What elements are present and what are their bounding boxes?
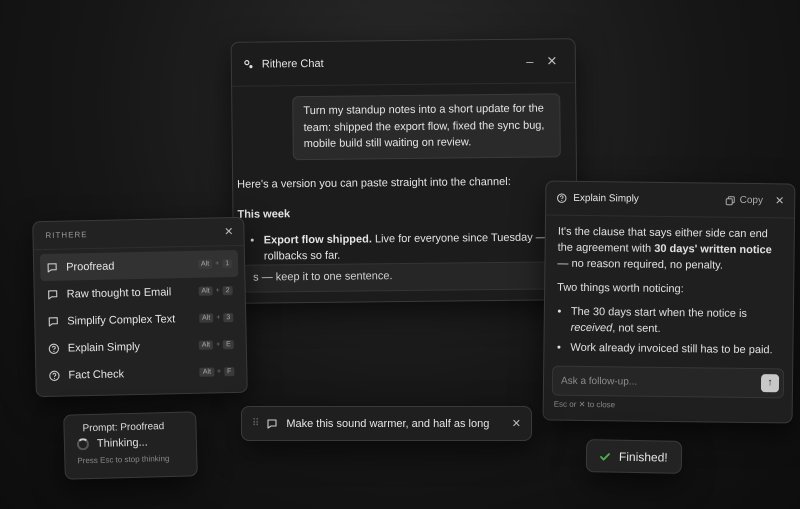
desktop-stage: Rithere Chat – ✕ Turn my standup notes i… [0, 0, 800, 509]
stop-hint: Press Esc to stop thinking [77, 453, 170, 466]
send-button[interactable]: ↑ [760, 374, 780, 393]
command-text: Make this sound warmer, and half as long [286, 417, 490, 430]
minimize-button[interactable]: – [519, 54, 541, 69]
shortcut-hint: Alt + F [199, 367, 235, 377]
copy-label: Copy [739, 194, 764, 207]
close-button[interactable]: ✕ [541, 53, 563, 69]
menu-item-simplify-complex-text[interactable]: Simplify Complex Text Alt +3 [41, 304, 240, 335]
explain-title: Explain Simply [573, 192, 639, 205]
shortcut-hint: Alt +3 [198, 313, 234, 323]
chat-titlebar: Rithere Chat – ✕ [231, 39, 576, 87]
menu-item-explain-simply[interactable]: Explain Simply Alt + E [42, 331, 241, 362]
thinking-status: Prompt: Proofread Thinking... Press Esc … [63, 411, 198, 480]
user-message: Turn my standup notes into a short updat… [292, 93, 561, 160]
menu-item-proofread[interactable]: Proofread Alt +1 [39, 249, 239, 282]
assistant-intro: Here's a version you can paste straight … [237, 175, 511, 191]
thinking-row: Thinking... [76, 436, 184, 451]
bullet-text: Live for everyone since Tuesday — n [371, 231, 556, 246]
prompt-label: Prompt: Proofread [82, 421, 165, 435]
close-hint: Esc or ✕ to close [553, 399, 616, 410]
shortcut-hint: Alt + E [198, 340, 234, 350]
explain-simply-panel: Explain Simply Copy ✕ It's the clause th… [542, 180, 796, 424]
chat-input[interactable]: s — keep it to one sentence. [241, 261, 573, 293]
followup-field: ↑ [551, 365, 785, 399]
command-close-button[interactable]: ✕ [512, 417, 521, 430]
rithere-chat-window: Rithere Chat – ✕ Turn my standup notes i… [230, 38, 579, 304]
followup-input[interactable] [560, 375, 762, 389]
menu-item-label: Proofread [66, 260, 115, 274]
menu-item-label: Simplify Complex Text [67, 312, 176, 328]
drag-handle-icon[interactable]: ⠿ [252, 418, 259, 429]
explain-header: Explain Simply Copy ✕ [546, 181, 795, 219]
assistant-message: Here's a version you can paste straight … [237, 173, 568, 268]
assistant-bullet: Export flow shipped. Live for everyone s… [264, 229, 568, 264]
question-circle-icon [48, 369, 60, 381]
menu-title: RITHERE [45, 230, 88, 240]
bullet-cont: rollbacks so far. [263, 249, 341, 263]
assistant-heading: This week [237, 208, 291, 221]
rithere-logo-icon [244, 59, 254, 69]
checkmark-icon [599, 450, 611, 462]
explain-paragraph: It's the clause that says either side ca… [557, 225, 772, 272]
menu-header: RITHERE ✕ [33, 217, 244, 251]
explain-bullet: The 30 days start when the notice is rec… [571, 304, 781, 339]
menu-item-label: Explain Simply [67, 340, 141, 355]
menu-item-label: Raw thought to Email [66, 285, 172, 301]
rithere-menu: RITHERE ✕ Proofread Alt +1 Raw thought to… [32, 216, 248, 398]
spinner-icon [76, 438, 90, 451]
finished-toast: Finished! [585, 439, 683, 474]
chat-bubble-icon [47, 315, 59, 327]
chat-bubble-icon [266, 418, 278, 430]
copy-icon [726, 195, 736, 205]
shortcut-hint: Alt +2 [198, 286, 233, 296]
chat-bubble-icon [46, 261, 58, 273]
thinking-text: Thinking... [96, 436, 148, 450]
explain-body: It's the clause that says either side ca… [544, 215, 794, 370]
chat-title: Rithere Chat [261, 57, 324, 70]
chat-bubble-icon [47, 288, 59, 300]
menu-item-raw-thought-to-email[interactable]: Raw thought to Email Alt +2 [40, 277, 239, 308]
explain-bullet: Work already invoiced still has to be pa… [570, 340, 780, 359]
explain-close-button[interactable]: ✕ [775, 194, 784, 207]
question-circle-icon [48, 342, 60, 354]
menu-item-label: Fact Check [68, 367, 125, 382]
explain-paragraph: Two things worth noticing: [557, 281, 684, 296]
menu-close-button[interactable]: ✕ [224, 225, 233, 238]
menu-items: Proofread Alt +1 Raw thought to Email Alt… [34, 246, 247, 393]
menu-item-fact-check[interactable]: Fact Check Alt + F [42, 358, 241, 389]
copy-button[interactable]: Copy [726, 195, 763, 206]
bullet-bold: Export flow shipped. [263, 233, 372, 247]
finished-text: Finished! [618, 449, 668, 465]
command-bar: ⠿ Make this sound warmer, and half as lo… [241, 406, 532, 441]
question-circle-icon [556, 193, 567, 204]
shortcut-hint: Alt +1 [197, 259, 233, 269]
